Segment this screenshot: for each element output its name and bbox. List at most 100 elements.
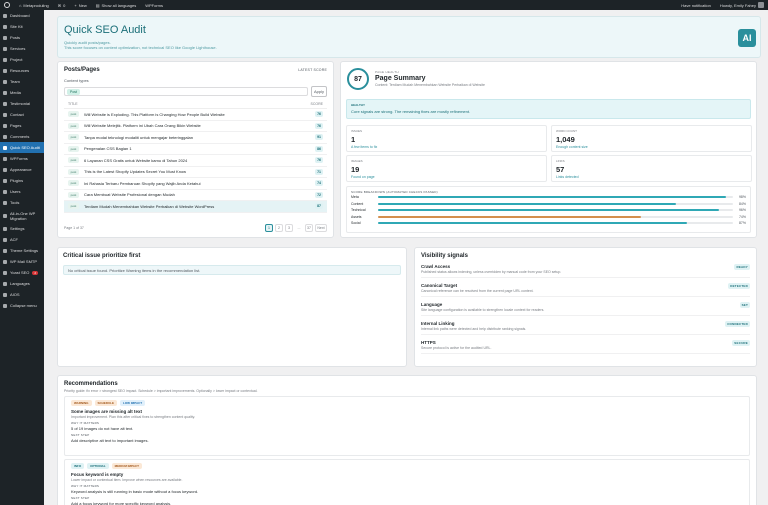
sidebar-item-label: Collapse menu bbox=[10, 303, 37, 308]
table-row[interactable]: post Will Website Melejitk. Platform ini … bbox=[64, 121, 327, 132]
priority-tag: LOW IMPACT bbox=[120, 400, 146, 406]
breakdown-percent: 74% bbox=[738, 214, 746, 219]
images-stat: IMAGES 19 Found on page bbox=[346, 155, 547, 182]
page-last-button[interactable]: 37 bbox=[305, 224, 313, 232]
quick-seo-audit-icon bbox=[3, 145, 7, 150]
wpforms-menu[interactable]: WPForms bbox=[145, 3, 163, 8]
comments-link[interactable]: ✉ 0 bbox=[58, 3, 66, 8]
post-title[interactable]: This is the Latest Shopify Updates Secre… bbox=[84, 169, 310, 174]
sidebar-item-pages[interactable]: Pages bbox=[0, 120, 44, 131]
post-type-chip[interactable]: Post bbox=[67, 88, 81, 95]
pagination: Page 1 of 37 1 2 3 ... 37 Next bbox=[64, 224, 327, 232]
sidebar-item-services[interactable]: Services bbox=[0, 43, 44, 54]
apply-button[interactable]: Apply bbox=[311, 86, 327, 97]
signal-name: Language bbox=[421, 302, 443, 307]
breakdown-track bbox=[378, 209, 733, 212]
contact-icon bbox=[3, 112, 7, 117]
sidebar-item-plugins[interactable]: Plugins bbox=[0, 175, 44, 186]
new-content-menu[interactable]: + New bbox=[74, 3, 86, 8]
site-name-link[interactable]: ⌂ Metaproduling bbox=[19, 3, 49, 8]
sidebar-item-appearance[interactable]: Appearance bbox=[0, 164, 44, 175]
recommendations-subtitle: Priority guide: fix error > strongest SE… bbox=[64, 389, 258, 393]
sidebar-item-aios[interactable]: AIOS bbox=[0, 289, 44, 300]
posts-pages-panel: Posts/Pages LATEST SCORE Content types P… bbox=[57, 61, 334, 238]
sidebar-item-quick-seo-audit[interactable]: Quick SEO Audit bbox=[0, 142, 44, 153]
breakdown-label: Assets bbox=[351, 214, 362, 219]
user-account-menu[interactable]: Howdy, Emily Fahey bbox=[720, 2, 764, 8]
sidebar-item-project[interactable]: Project bbox=[0, 54, 44, 65]
breakdown-track bbox=[378, 221, 733, 224]
recommendation-item: WARNING SCHEDULE LOW IMPACT Some images are… bbox=[64, 396, 750, 456]
table-row[interactable]: post 6 Layanan CSS Gratis untuk Website k… bbox=[64, 155, 327, 167]
summary-subtitle: Content: Terdiam Mudah Menembahkan Websi… bbox=[375, 83, 485, 87]
breakdown-bar bbox=[378, 202, 677, 205]
table-row[interactable]: post Pengenalan CSS Bagian 1 86 bbox=[64, 144, 327, 155]
sidebar-item-testimonial[interactable]: Testimonial bbox=[0, 98, 44, 109]
table-row[interactable]: post Cara Membuat Website Profesional den… bbox=[64, 190, 327, 201]
signal-crawl-access: Crawl Access Published status allows inde… bbox=[421, 264, 750, 278]
content-type-filter[interactable]: Post bbox=[64, 87, 308, 96]
sidebar-item-label: Site Kit bbox=[10, 24, 23, 29]
wordpress-logo-menu[interactable] bbox=[4, 2, 10, 8]
score-badge: 76 bbox=[315, 111, 323, 118]
signal-name: Crawl Access bbox=[421, 264, 451, 269]
page-title: Quick SEO Audit bbox=[64, 24, 146, 36]
page-2-button[interactable]: 2 bbox=[275, 224, 283, 232]
score-badge: 87 bbox=[315, 203, 323, 210]
post-title[interactable]: Will Website is Exploding. This Platform… bbox=[84, 112, 310, 117]
sidebar-item-resources[interactable]: Resources bbox=[0, 65, 44, 76]
post-title[interactable]: Terdiam Mudah Menembahkan Website Perbai… bbox=[84, 204, 310, 209]
sidebar-item-settings[interactable]: Settings bbox=[0, 223, 44, 234]
table-row[interactable]: post Terdiam Mudah Menembahkan Website Pe… bbox=[64, 201, 327, 213]
sidebar-item-contact[interactable]: Contact bbox=[0, 109, 44, 120]
post-title[interactable]: Cara Membuat Website Profesional dengan … bbox=[84, 192, 310, 197]
why-label: WHY IT MATTERS bbox=[71, 484, 100, 488]
main-content: Quick SEO Audit Quickly audit posts/page… bbox=[44, 10, 768, 505]
post-title[interactable]: Will Website Melejitk. Platform ini Ubah… bbox=[84, 123, 310, 128]
language-switcher[interactable]: ▤ Show all languages bbox=[96, 3, 136, 8]
table-row[interactable]: post Will Website is Exploding. This Plat… bbox=[64, 109, 327, 121]
next-page-button[interactable]: Next bbox=[315, 224, 327, 232]
sidebar-item-wpforms[interactable]: WPForms bbox=[0, 153, 44, 164]
sidebar-item-yoast-seo[interactable]: Yoast SEO 2 bbox=[0, 267, 44, 278]
sidebar-item-posts[interactable]: Posts bbox=[0, 32, 44, 43]
table-row[interactable]: post Tanpa modal teknologi modaliti untuk… bbox=[64, 132, 327, 144]
sidebar-item-comments[interactable]: Comments bbox=[0, 131, 44, 142]
sidebar-item-users[interactable]: Users bbox=[0, 186, 44, 197]
breakdown-bar bbox=[378, 221, 687, 224]
sidebar-item-label: Theme Settings bbox=[10, 248, 39, 253]
sidebar-item-collapse-menu[interactable]: Collapse menu bbox=[0, 300, 44, 311]
sidebar-item-acf[interactable]: ACF bbox=[0, 234, 44, 245]
breakdown-row-assets: Assets 74% bbox=[351, 214, 746, 220]
sidebar-item-label: Appearance bbox=[10, 167, 32, 172]
sidebar-item-label: Testimonial bbox=[10, 101, 31, 106]
sidebar-item-wp-mail-smtp[interactable]: WP Mail SMTP bbox=[0, 256, 44, 267]
page-subtitle: Quickly audit posts/pages. This score fo… bbox=[64, 40, 217, 50]
post-title[interactable]: Ini Rahasia Terbaru Pembaruan Shopify ya… bbox=[84, 181, 310, 186]
sidebar-item-tools[interactable]: Tools bbox=[0, 197, 44, 208]
table-row[interactable]: post Ini Rahasia Terbaru Pembaruan Shopif… bbox=[64, 178, 327, 190]
page-1-button[interactable]: 1 bbox=[265, 224, 273, 232]
post-title[interactable]: Pengenalan CSS Bagian 1 bbox=[84, 146, 310, 151]
post-type-badge: post bbox=[68, 191, 79, 198]
sidebar-item-all-in-one-wp-migration[interactable]: All-in-One WP Migration bbox=[0, 208, 44, 223]
signal-internal-linking: Internal Linking Internal link paths were… bbox=[421, 321, 750, 335]
page-3-button[interactable]: 3 bbox=[285, 224, 293, 232]
post-type-badge: post bbox=[68, 168, 79, 175]
post-title[interactable]: 6 Layanan CSS Gratis untuk Website kamu … bbox=[84, 158, 310, 163]
sidebar-item-theme-settings[interactable]: Theme Settings bbox=[0, 245, 44, 256]
sidebar-item-dashboard[interactable]: Dashboard bbox=[0, 10, 44, 21]
sidebar-item-languages[interactable]: Languages bbox=[0, 278, 44, 289]
sidebar-item-site-kit[interactable]: Site Kit bbox=[0, 21, 44, 32]
title-column-header: TITLE bbox=[68, 102, 78, 106]
sidebar-item-team[interactable]: Team bbox=[0, 76, 44, 87]
post-type-badge: post bbox=[68, 111, 79, 118]
notifications-link[interactable]: Have notification bbox=[681, 3, 711, 8]
table-row[interactable]: post This is the Latest Shopify Updates S… bbox=[64, 167, 327, 178]
post-title[interactable]: Tanpa modal teknologi modaliti untuk men… bbox=[84, 135, 310, 140]
flag-icon: ▤ bbox=[95, 2, 100, 8]
critical-title: Critical issue prioritize first bbox=[63, 253, 141, 259]
sidebar-item-label: Project bbox=[10, 57, 23, 62]
sidebar-item-media[interactable]: Media bbox=[0, 87, 44, 98]
visibility-signals-panel: Visibility signals Crawl Access Published… bbox=[414, 247, 757, 367]
